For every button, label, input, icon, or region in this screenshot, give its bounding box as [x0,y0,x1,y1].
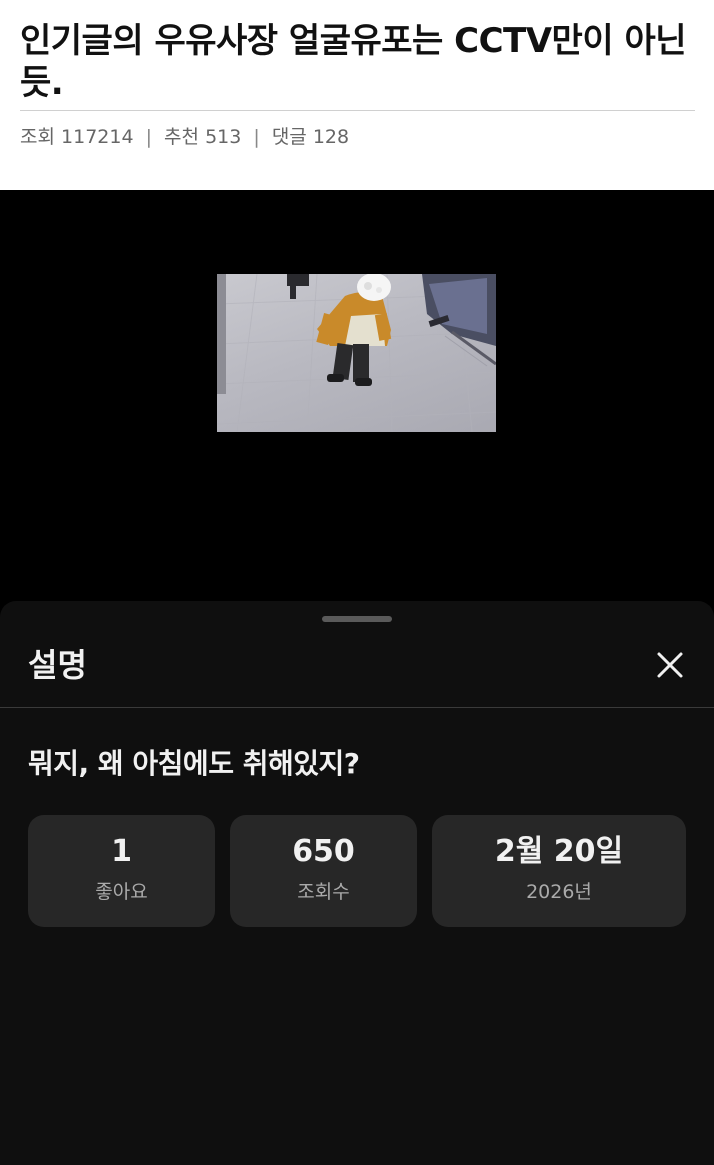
article-title: 인기글의 우유사장 얼굴유포는 CCTV만이 아닌 듯. [20,21,687,103]
description-bottom-sheet: 설명 뭐지, 왜 아침에도 취해있지? 1 좋아요 650 조회수 2월 20일… [0,601,714,1165]
views-count: 117214 [61,126,134,148]
drag-handle[interactable] [322,616,392,622]
comments-label: 댓글 [271,126,307,148]
close-button[interactable] [650,645,690,685]
likes-count: 1 [111,834,132,869]
meta-separator: | [253,126,260,148]
upload-date-card: 2월 20일 2026년 [432,815,686,927]
views-count: 650 [292,834,355,869]
comments-count: 128 [312,126,350,148]
header-divider [20,110,695,111]
close-icon [657,652,683,678]
upload-year: 2026년 [526,881,592,903]
likes-label: 좋아요 [95,881,148,903]
upload-date: 2월 20일 [494,834,624,869]
video-player[interactable] [0,190,714,610]
article-meta: 조회 117214 | 추천 513 | 댓글 128 [20,124,349,150]
video-thumbnail[interactable] [217,274,496,432]
meta-separator: | [145,126,152,148]
article-header: 인기글의 우유사장 얼굴유포는 CCTV만이 아닌 듯. 조회 117214 |… [0,0,714,190]
views-card: 650 조회수 [230,815,417,927]
views-label: 조회 [20,126,55,148]
video-description: 뭐지, 왜 아침에도 취해있지? [28,747,360,780]
recommend-label: 추천 [164,126,200,148]
likes-card: 1 좋아요 [28,815,215,927]
views-label: 조회수 [297,881,350,903]
sheet-divider [0,707,714,708]
recommend-count: 513 [205,126,242,148]
cctv-frame-image [217,274,496,432]
sheet-title: 설명 [28,646,87,684]
